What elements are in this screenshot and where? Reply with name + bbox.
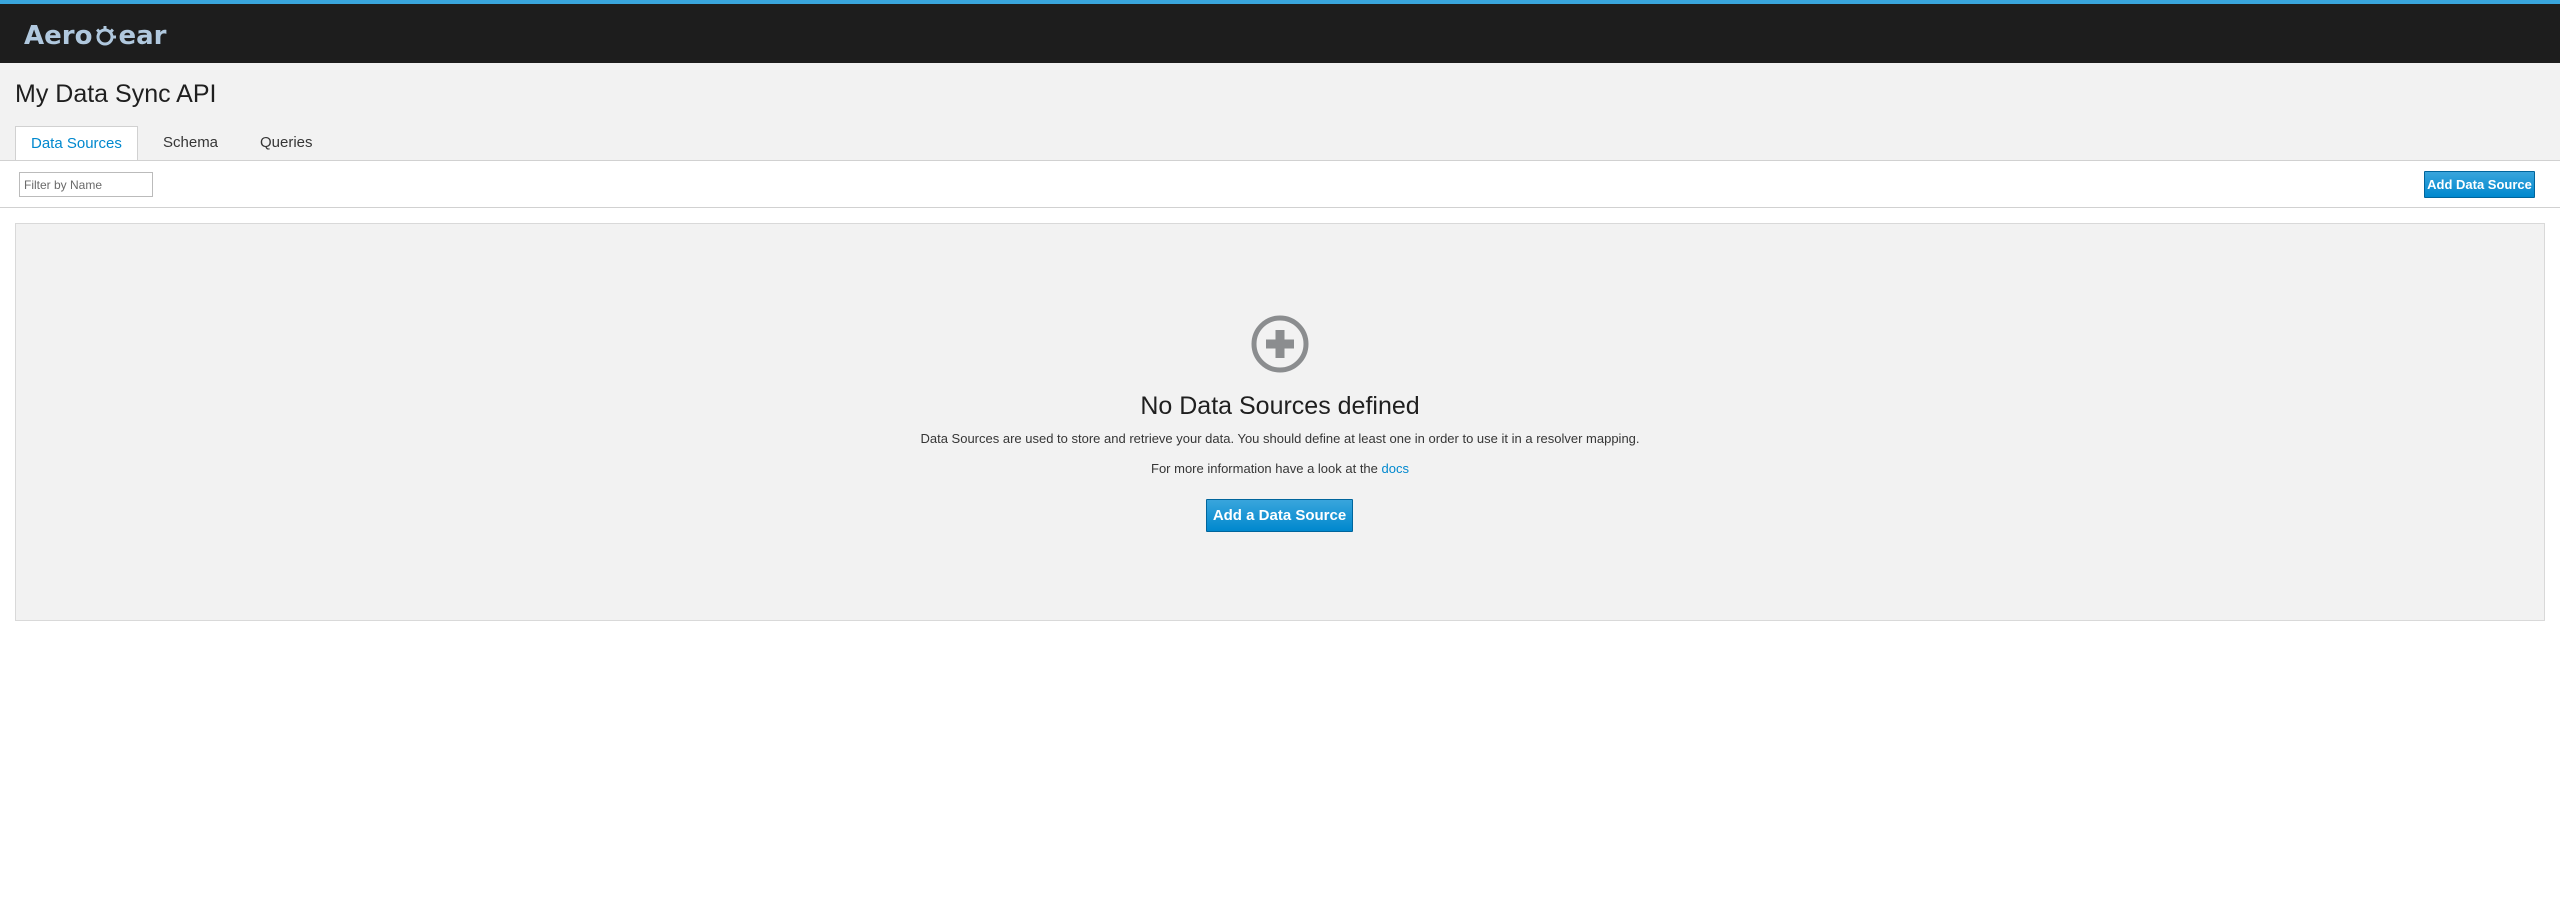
empty-state-description: Data Sources are used to store and retri… [920, 431, 1640, 446]
tab-queries[interactable]: Queries [245, 126, 328, 161]
aerogear-logo[interactable]: Aero ear [24, 16, 166, 56]
tab-schema[interactable]: Schema [148, 126, 233, 161]
docs-link[interactable]: docs [1382, 461, 1409, 476]
filter-by-name-input[interactable] [19, 172, 153, 197]
add-a-data-source-button[interactable]: Add a Data Source [1206, 499, 1353, 532]
logo-text-right: ear [118, 21, 167, 51]
toolbar [0, 161, 2560, 208]
tab-data-sources[interactable]: Data Sources [15, 126, 138, 162]
empty-state-title: No Data Sources defined [1140, 392, 1420, 420]
empty-state-more-info: For more information have a look at the … [0, 461, 2560, 476]
page-title: My Data Sync API [15, 80, 217, 108]
page-header [0, 63, 2560, 161]
logo-text-left: Aero [24, 21, 93, 51]
top-navbar: Aero ear [0, 0, 2560, 63]
add-data-source-button[interactable]: Add Data Source [2424, 171, 2535, 198]
empty-state-panel [15, 223, 2545, 621]
gear-icon [96, 26, 117, 46]
more-info-text: For more information have a look at the [1151, 461, 1378, 476]
plus-circle-icon [1251, 315, 1309, 373]
